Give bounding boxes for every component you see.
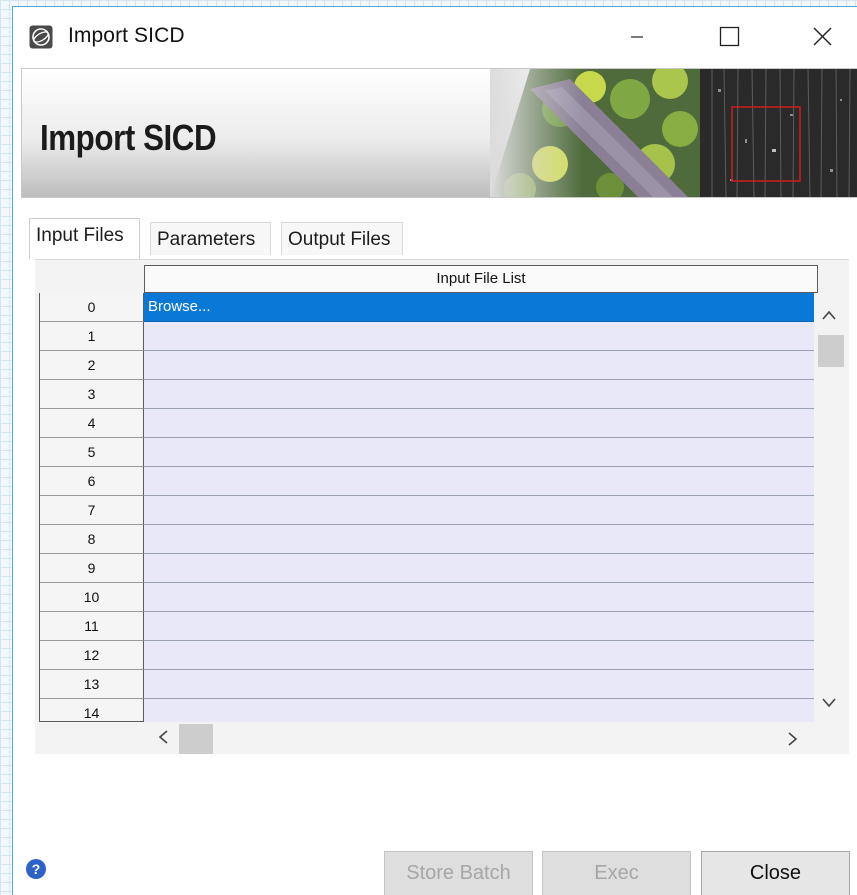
file-cell[interactable] [144, 409, 814, 438]
header-banner: Import SICD [21, 68, 857, 198]
vertical-scroll-thumb[interactable] [818, 335, 844, 367]
row-header[interactable]: 14 [40, 699, 144, 721]
maximize-button[interactable] [699, 19, 759, 55]
title-bar[interactable]: Import SICD [13, 7, 857, 67]
file-cell[interactable] [144, 641, 814, 670]
app-globe-icon [29, 25, 53, 49]
maximize-icon [719, 26, 740, 47]
row-header[interactable]: 0 [40, 293, 144, 322]
file-cell[interactable] [144, 670, 814, 699]
row-header[interactable]: 10 [40, 583, 144, 612]
row-header[interactable]: 2 [40, 351, 144, 380]
chevron-left-icon[interactable] [156, 728, 170, 746]
help-icon[interactable]: ? [25, 858, 47, 880]
chevron-right-icon[interactable] [786, 730, 800, 748]
chevron-up-icon[interactable] [820, 308, 838, 322]
store-batch-button[interactable]: Store Batch [384, 851, 533, 895]
file-cell[interactable] [144, 583, 814, 612]
row-header-column: 0 1 2 3 4 5 6 7 8 9 10 11 12 13 14 [39, 293, 144, 722]
row-header[interactable]: 6 [40, 467, 144, 496]
import-sicd-window: Import SICD Import SICD Input Files Para… [12, 6, 857, 895]
tab-parameters[interactable]: Parameters [150, 222, 271, 255]
minimize-icon [631, 36, 643, 38]
minimize-button[interactable] [607, 19, 667, 55]
file-cell[interactable] [144, 380, 814, 409]
file-cell[interactable] [144, 554, 814, 583]
horizontal-scroll-thumb[interactable] [179, 724, 213, 754]
file-cell-browse[interactable]: Browse... [144, 293, 814, 322]
close-button[interactable]: Close [701, 851, 850, 895]
file-cell[interactable] [144, 438, 814, 467]
file-cell[interactable] [144, 496, 814, 525]
close-icon [813, 27, 832, 46]
row-header[interactable]: 7 [40, 496, 144, 525]
file-cell[interactable] [144, 467, 814, 496]
exec-button[interactable]: Exec [542, 851, 691, 895]
row-header[interactable]: 1 [40, 322, 144, 351]
horizontal-scrollbar[interactable] [144, 722, 818, 754]
row-header[interactable]: 9 [40, 554, 144, 583]
input-file-list-cells: Browse... [144, 293, 814, 722]
window-title: Import SICD [68, 24, 185, 47]
input-files-panel: Input File List 0 1 2 3 4 5 6 7 8 9 10 1… [35, 259, 849, 754]
vertical-scrollbar[interactable] [814, 300, 844, 710]
row-header[interactable]: 11 [40, 612, 144, 641]
file-cell[interactable] [144, 351, 814, 380]
row-header[interactable]: 13 [40, 670, 144, 699]
aerial-sar-image [490, 69, 857, 197]
close-window-button[interactable] [791, 19, 851, 55]
file-cell[interactable] [144, 525, 814, 554]
column-header-input-file-list[interactable]: Input File List [144, 265, 818, 293]
file-cell[interactable] [144, 699, 814, 722]
row-header[interactable]: 8 [40, 525, 144, 554]
tab-input-files[interactable]: Input Files [29, 218, 140, 259]
row-header[interactable]: 3 [40, 380, 144, 409]
chevron-down-icon[interactable] [820, 696, 838, 710]
file-cell[interactable] [144, 322, 814, 351]
svg-text:?: ? [32, 861, 41, 877]
tab-output-files[interactable]: Output Files [281, 222, 403, 255]
row-header[interactable]: 4 [40, 409, 144, 438]
banner-title: Import SICD [40, 117, 217, 158]
row-header[interactable]: 5 [40, 438, 144, 467]
row-header[interactable]: 12 [40, 641, 144, 670]
file-cell[interactable] [144, 612, 814, 641]
